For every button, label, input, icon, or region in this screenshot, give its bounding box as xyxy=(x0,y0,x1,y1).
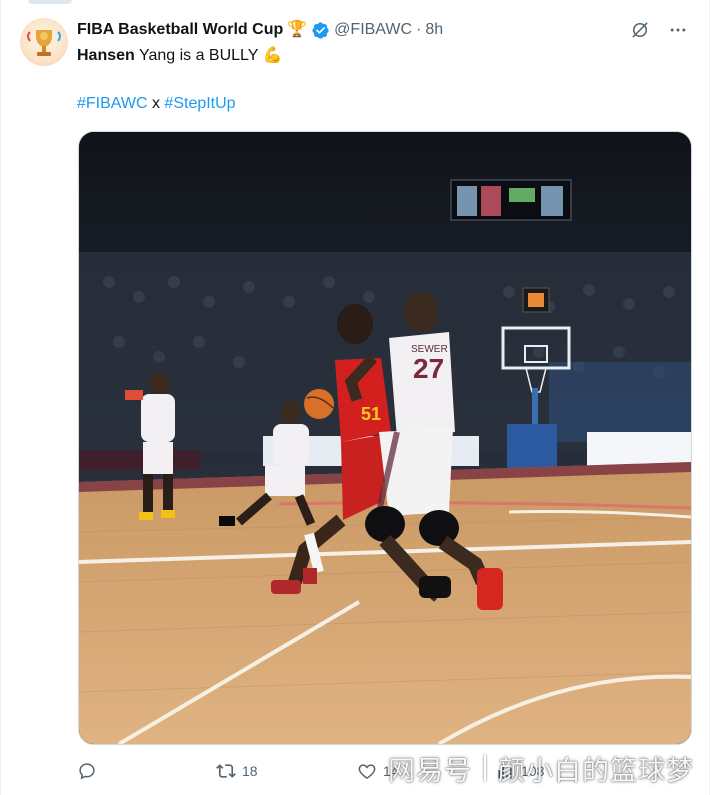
watermark-source: 网易号 xyxy=(388,755,472,787)
avatar[interactable] xyxy=(20,18,68,66)
watermark-author: 颜小白的篮球梦 xyxy=(498,755,694,787)
muscle-emoji: 💪 xyxy=(262,47,283,64)
more-icon[interactable] xyxy=(668,20,688,40)
hashtag-stepitup[interactable]: #StepItUp xyxy=(164,95,235,112)
separator-dot: · xyxy=(416,21,422,38)
tweet-header: FIBA Basketball World Cup 🏆 @FIBAWC · 8h xyxy=(77,19,443,41)
retweet-icon xyxy=(216,764,236,778)
watermark-divider xyxy=(484,755,486,781)
hashtag-fibawc[interactable]: #FIBAWC xyxy=(77,95,148,112)
white-jersey-number: 27 xyxy=(413,353,444,384)
tweet-text-rest: Yang is a BULLY xyxy=(134,47,259,64)
grok-icon[interactable] xyxy=(630,20,650,40)
fiba-logo-icon xyxy=(27,30,61,56)
reply-button[interactable] xyxy=(77,757,103,785)
retweet-button[interactable]: 18 xyxy=(216,757,258,785)
retweet-count: 18 xyxy=(242,763,258,779)
verified-badge-icon xyxy=(311,21,330,40)
top-accent xyxy=(28,0,72,4)
hashtag-joiner: x xyxy=(147,95,165,112)
display-name[interactable]: FIBA Basketball World Cup xyxy=(77,21,283,39)
left-border xyxy=(0,0,1,795)
white-jersey-name: SEWER xyxy=(411,344,448,355)
like-icon xyxy=(358,764,376,779)
timestamp[interactable]: 8h xyxy=(425,21,443,39)
trophy-emoji: 🏆 xyxy=(287,21,308,38)
hashtags: #FIBAWC x #StepItUp xyxy=(77,93,236,115)
top-right-actions xyxy=(630,20,688,40)
red-jersey-number: 51 xyxy=(361,404,381,424)
tweet-text: Hansen Yang is a BULLY 💪 xyxy=(77,45,283,67)
tweet-video[interactable]: 51 27 SEWER xyxy=(78,131,692,745)
handle[interactable]: @FIBAWC xyxy=(334,21,412,39)
tweet-text-bold: Hansen xyxy=(77,47,135,64)
watermark: 网易号 颜小白的篮球梦 xyxy=(388,749,694,787)
reply-icon xyxy=(79,763,95,780)
basketball-game-image: 51 27 SEWER xyxy=(79,132,691,744)
